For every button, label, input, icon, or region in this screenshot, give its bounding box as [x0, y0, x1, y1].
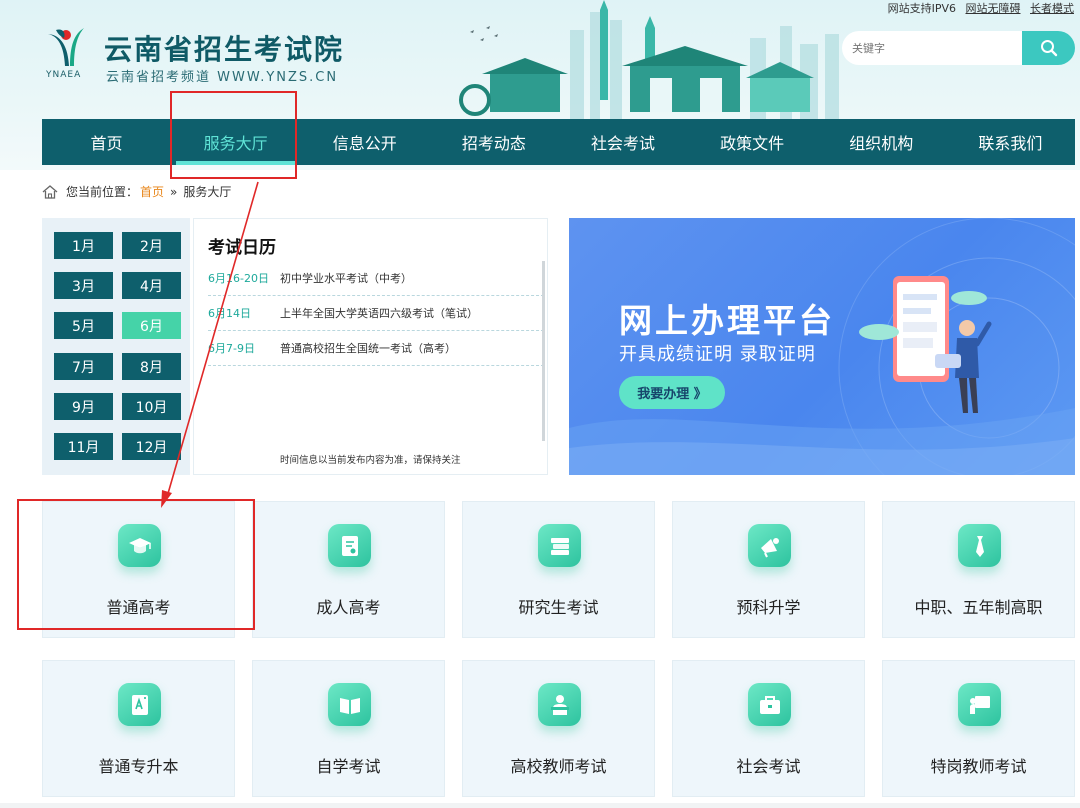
- teaching-board-icon: [958, 683, 1001, 726]
- phone-person-illustration: [859, 276, 992, 413]
- month-selector: 1月 2月 3月 4月 5月 6月 7月 8月 9月 10月 11月 12月: [42, 218, 190, 475]
- breadcrumb-separator: »: [170, 184, 178, 199]
- exam-event-name: 普通高校招生全国统一考试（高考）: [280, 342, 456, 355]
- exam-event-row[interactable]: 6月14日 上半年全国大学英语四六级考试（笔试）: [208, 296, 544, 331]
- month-button[interactable]: 4月: [122, 272, 181, 299]
- open-book-icon: [328, 683, 371, 726]
- highlight-box-service-hall: [170, 91, 297, 179]
- breadcrumb-home-link[interactable]: 首页: [140, 183, 164, 200]
- search-box: [842, 31, 1075, 65]
- month-button[interactable]: 5月: [54, 312, 113, 339]
- month-button-selected[interactable]: 6月: [122, 312, 181, 339]
- nav-item-home[interactable]: 首页: [42, 119, 171, 165]
- briefcase-icon: [748, 683, 791, 726]
- nav-item-organization[interactable]: 组织机构: [817, 119, 946, 165]
- month-button[interactable]: 9月: [54, 393, 113, 420]
- teacher-icon: [538, 683, 581, 726]
- nav-item-info-disclosure[interactable]: 信息公开: [300, 119, 429, 165]
- month-button[interactable]: 12月: [122, 433, 181, 460]
- nav-item-social-exams[interactable]: 社会考试: [559, 119, 688, 165]
- page-bottom-divider: [0, 803, 1080, 808]
- service-tile-social-exam[interactable]: 社会考试: [672, 660, 865, 797]
- exam-event-row[interactable]: 6月16-20日 初中学业水平考试（中考）: [208, 261, 544, 296]
- city-skyline-illustration: [459, 0, 839, 120]
- breadcrumb-current: 服务大厅: [183, 185, 232, 199]
- month-button[interactable]: 11月: [54, 433, 113, 460]
- month-button[interactable]: 3月: [54, 272, 113, 299]
- month-button[interactable]: 8月: [122, 353, 181, 380]
- ynaea-logo-icon: [48, 28, 84, 66]
- breadcrumb: 您当前位置： 首页 » 服务大厅: [42, 183, 231, 200]
- exam-event-name: 上半年全国大学英语四六级考试（笔试）: [280, 307, 478, 320]
- nav-item-policy-documents[interactable]: 政策文件: [688, 119, 817, 165]
- exam-calendar-title: 考试日历: [208, 238, 276, 258]
- elder-mode-link[interactable]: 长者模式: [1030, 2, 1074, 15]
- top-links: 网站支持IPV6 网站无障碍 长者模式: [882, 0, 1074, 16]
- service-tile-label: 中职、五年制高职: [914, 598, 1043, 617]
- search-input[interactable]: [842, 31, 1042, 65]
- service-tile-label: 研究生考试: [518, 598, 599, 617]
- megaphone-icon: [748, 524, 791, 567]
- home-icon: [42, 184, 58, 199]
- book-stack-icon: [538, 524, 581, 567]
- nav-item-contact-us[interactable]: 联系我们: [946, 119, 1075, 165]
- service-tile-self-study-exam[interactable]: 自学考试: [252, 660, 445, 797]
- exam-calendar-note: 时间信息以当前发布内容为准，请保持关注: [280, 455, 461, 466]
- service-tile-label: 社会考试: [736, 757, 801, 776]
- ipv6-support-text: 网站支持IPV6: [887, 2, 956, 15]
- highlight-box-general-gaokao: [17, 499, 255, 630]
- month-button[interactable]: 10月: [122, 393, 181, 420]
- grade-paper-icon: [118, 683, 161, 726]
- service-tile-graduate-exam[interactable]: 研究生考试: [462, 501, 655, 638]
- exam-calendar-panel: 考试日历 6月16-20日 初中学业水平考试（中考） 6月14日 上半年全国大学…: [193, 218, 548, 475]
- service-tile-label: 高校教师考试: [510, 757, 607, 776]
- service-tile-upgrade-bachelor[interactable]: 普通专升本: [42, 660, 235, 797]
- service-tile-preparatory[interactable]: 预科升学: [672, 501, 865, 638]
- month-button[interactable]: 7月: [54, 353, 113, 380]
- service-tile-special-post-teacher-exam[interactable]: 特岗教师考试: [882, 660, 1075, 797]
- apply-now-button[interactable]: 我要办理 》: [619, 376, 725, 409]
- month-button[interactable]: 2月: [122, 232, 181, 259]
- month-button[interactable]: 1月: [54, 232, 113, 259]
- accessibility-link[interactable]: 网站无障碍: [966, 2, 1021, 15]
- service-tile-adult-gaokao[interactable]: 成人高考: [252, 501, 445, 638]
- logo-abbreviation: YNAEA: [46, 70, 82, 80]
- service-tile-vocational[interactable]: 中职、五年制高职: [882, 501, 1075, 638]
- exam-event-date: 6月16-20日: [208, 272, 269, 285]
- service-tile-label: 自学考试: [316, 757, 381, 776]
- banner-title: 网上办理平台: [619, 301, 835, 340]
- exam-event-date: 6月7-9日: [208, 342, 255, 355]
- search-button[interactable]: [1022, 31, 1075, 65]
- breadcrumb-prefix: 您当前位置：: [66, 185, 139, 199]
- nav-item-admission-news[interactable]: 招考动态: [429, 119, 558, 165]
- service-tile-label: 普通专升本: [98, 757, 179, 776]
- banner-subtitle: 开具成绩证明 录取证明: [619, 344, 816, 365]
- exam-event-row[interactable]: 6月7-9日 普通高校招生全国统一考试（高考）: [208, 331, 544, 366]
- event-list-scrollbar[interactable]: [542, 261, 545, 441]
- search-icon: [1040, 40, 1057, 57]
- exam-event-name: 初中学业水平考试（中考）: [280, 272, 412, 285]
- service-tile-college-teacher-exam[interactable]: 高校教师考试: [462, 660, 655, 797]
- exam-event-date: 6月14日: [208, 307, 251, 320]
- online-service-banner[interactable]: 网上办理平台 开具成绩证明 录取证明 我要办理 》: [569, 218, 1075, 475]
- service-tile-label: 特岗教师考试: [930, 757, 1027, 776]
- service-tile-label: 预科升学: [736, 598, 801, 617]
- necktie-icon: [958, 524, 1001, 567]
- service-tile-label: 成人高考: [316, 598, 381, 617]
- scroll-certificate-icon: [328, 524, 371, 567]
- site-title: 云南省招生考试院: [104, 33, 345, 66]
- site-url: 云南省招考频道 WWW.YNZS.CN: [106, 70, 339, 85]
